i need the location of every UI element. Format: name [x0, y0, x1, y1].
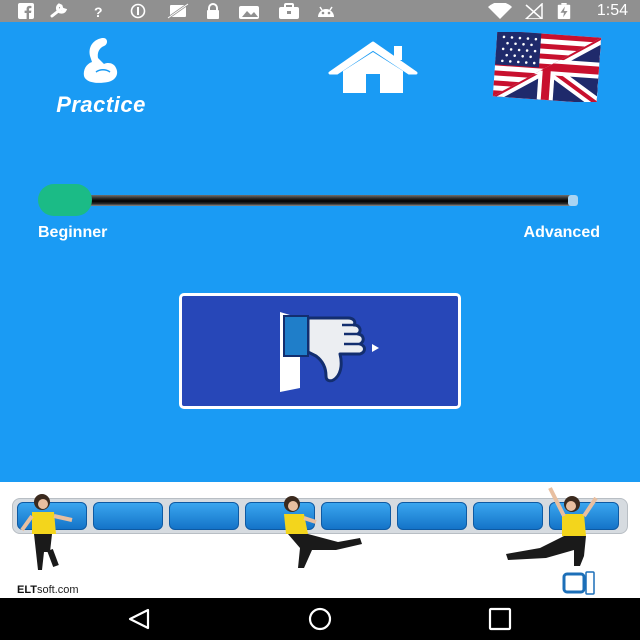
- facebook-icon: [18, 3, 34, 19]
- app-content: Practice Beginner Advanced: [0, 22, 640, 482]
- banner-cell: [397, 502, 467, 530]
- svg-text:?: ?: [94, 4, 103, 19]
- practice-label: Practice: [56, 92, 146, 117]
- site-prefix: ELT: [17, 584, 37, 596]
- back-icon[interactable]: [120, 606, 160, 632]
- language-button[interactable]: [492, 30, 602, 104]
- battery-charging-icon: [557, 3, 571, 19]
- banner-cell: [169, 502, 239, 530]
- person-figure: [20, 494, 73, 570]
- beginner-label: Beginner: [38, 224, 108, 241]
- no-cell-icon: [167, 3, 189, 19]
- briefcase-icon: [279, 3, 299, 19]
- wrench-icon: [50, 3, 68, 18]
- advanced-label: Advanced: [523, 224, 600, 241]
- ad-banner[interactable]: ELTsoft.com: [0, 482, 640, 598]
- lock-icon: [207, 3, 219, 19]
- eltsoft-logo-icon: [562, 571, 595, 595]
- wifi-icon: [488, 3, 512, 19]
- slider-thumb[interactable]: [38, 184, 92, 216]
- site-suffix: soft.com: [36, 584, 79, 596]
- home-icon: [328, 41, 418, 93]
- person-figure: [284, 496, 362, 568]
- home-icon[interactable]: [300, 606, 340, 632]
- recents-icon[interactable]: [480, 606, 520, 632]
- person-figure: [506, 487, 598, 566]
- level-slider[interactable]: [34, 182, 580, 218]
- photo-icon: [239, 6, 259, 19]
- home-button[interactable]: [326, 40, 420, 96]
- clock: 1:54: [596, 2, 628, 19]
- thumbs-down-icon: [280, 312, 379, 392]
- site-label: ELTsoft.com: [17, 584, 79, 596]
- flexed-arm-icon: [83, 38, 118, 83]
- slider-track-end: [568, 195, 578, 206]
- thumbs-down-button[interactable]: [179, 293, 461, 409]
- us-uk-flag-icon: [492, 30, 602, 104]
- no-signal-icon: [524, 3, 543, 19]
- status-bar: ? 1:54: [0, 0, 640, 22]
- navigation-bar: [0, 598, 640, 640]
- slider-track[interactable]: [74, 195, 574, 206]
- blocked-icon: [130, 3, 146, 19]
- question-icon: ?: [94, 4, 103, 19]
- practice-button[interactable]: Practice: [40, 36, 162, 117]
- android-icon: [318, 6, 334, 17]
- banner-cell: [93, 502, 163, 530]
